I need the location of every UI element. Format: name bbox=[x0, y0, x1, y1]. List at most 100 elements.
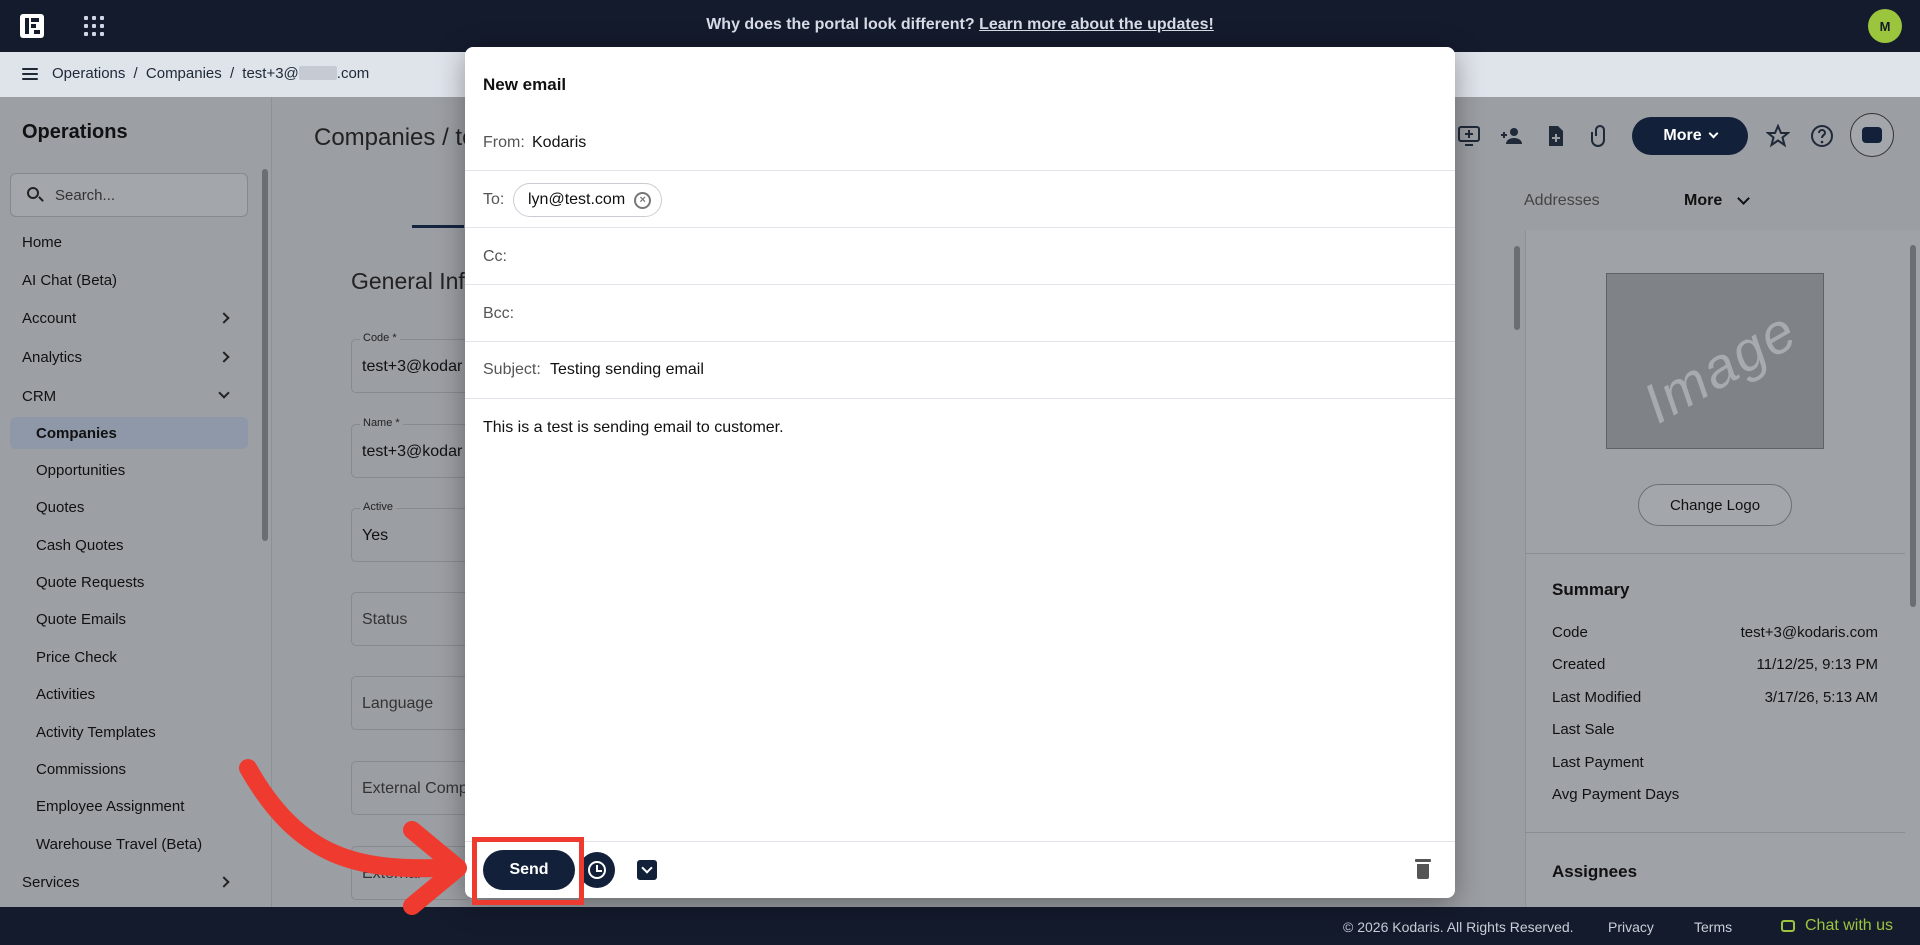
sidebar-title: Operations bbox=[22, 121, 128, 143]
copyright-text: © 2026 Kodaris. All Rights Reserved. bbox=[1343, 919, 1574, 935]
summary-title: Summary bbox=[1552, 580, 1630, 599]
user-avatar[interactable]: M bbox=[1868, 9, 1902, 43]
terms-link[interactable]: Terms bbox=[1694, 919, 1732, 935]
sidebar-item-analytics[interactable]: Analytics bbox=[22, 349, 82, 366]
sidebar-item-home[interactable]: Home bbox=[22, 234, 62, 251]
chevron-right-icon bbox=[218, 351, 230, 363]
sidebar-item-price-check[interactable]: Price Check bbox=[36, 649, 117, 666]
chat-icon bbox=[1781, 920, 1795, 932]
bcc-label: Bcc: bbox=[483, 305, 515, 322]
active-field[interactable]: Active Yes bbox=[351, 501, 471, 562]
external-company-field[interactable]: External Comp bbox=[351, 761, 471, 815]
cc-row[interactable]: Cc: bbox=[465, 228, 1455, 285]
sidebar-item-quote-emails[interactable]: Quote Emails bbox=[36, 611, 126, 628]
dialog-footer-divider bbox=[465, 841, 1455, 842]
breadcrumb-companies[interactable]: Companies bbox=[146, 65, 222, 82]
sidebar-item-activities[interactable]: Activities bbox=[36, 686, 95, 703]
assignees-title: Assignees bbox=[1552, 862, 1638, 881]
summary-row-last-payment: Last Payment bbox=[1552, 754, 1644, 771]
tab-more[interactable]: More bbox=[1684, 192, 1722, 210]
help-icon[interactable] bbox=[1810, 124, 1834, 148]
assistant-bot-icon[interactable] bbox=[1850, 113, 1894, 157]
menu-icon[interactable] bbox=[22, 68, 38, 80]
external-field[interactable]: External bbox=[351, 846, 471, 900]
add-document-icon[interactable] bbox=[1544, 124, 1568, 148]
chevron-down-icon bbox=[218, 387, 230, 399]
add-person-icon[interactable] bbox=[1500, 124, 1524, 148]
section-title: General Inf bbox=[351, 268, 465, 294]
sidebar-item-activity-templates[interactable]: Activity Templates bbox=[36, 724, 156, 741]
email-body-editor[interactable]: This is a test is sending email to custo… bbox=[483, 419, 784, 437]
redacted-block bbox=[298, 66, 337, 80]
sidebar-item-opportunities[interactable]: Opportunities bbox=[36, 462, 125, 479]
sidebar-item-crm[interactable]: CRM bbox=[22, 388, 56, 405]
summary-row-last-modified: Last Modified 3/17/26, 5:13 AM bbox=[1552, 689, 1878, 706]
breadcrumb: Operations / Companies / test+3@ .com bbox=[52, 65, 370, 82]
top-bar: Why does the portal look different? Lear… bbox=[0, 0, 1920, 52]
chevron-right-icon bbox=[218, 876, 230, 888]
chevron-down-icon bbox=[1708, 128, 1719, 139]
chat-with-us-link[interactable]: Chat with us bbox=[1805, 917, 1893, 935]
summary-row-created: Created 11/12/25, 9:13 PM bbox=[1552, 656, 1878, 673]
footer: © 2026 Kodaris. All Rights Reserved. Pri… bbox=[0, 907, 1920, 945]
divider bbox=[1525, 553, 1905, 554]
annotation-highlight-box bbox=[472, 837, 584, 905]
summary-row-last-sale: Last Sale bbox=[1552, 721, 1615, 738]
tab-addresses[interactable]: Addresses bbox=[1524, 192, 1600, 210]
sidebar-item-cash-quotes[interactable]: Cash Quotes bbox=[36, 537, 124, 554]
sidebar-item-companies[interactable]: Companies bbox=[36, 425, 117, 442]
cc-label: Cc: bbox=[483, 248, 507, 265]
main-scrollbar[interactable] bbox=[1514, 246, 1520, 330]
star-icon[interactable] bbox=[1766, 124, 1790, 148]
breadcrumb-operations[interactable]: Operations bbox=[52, 65, 125, 82]
breadcrumb-current: test+3@ .com bbox=[242, 65, 370, 82]
sidebar-search-input[interactable]: Search... bbox=[10, 173, 248, 217]
subject-input[interactable]: Testing sending email bbox=[550, 361, 704, 379]
dialog-title: New email bbox=[483, 75, 567, 94]
divider bbox=[1525, 832, 1905, 833]
learn-more-link[interactable]: Learn more about the updates! bbox=[979, 16, 1214, 33]
privacy-link[interactable]: Privacy bbox=[1608, 919, 1654, 935]
sidebar-item-account[interactable]: Account bbox=[22, 310, 76, 327]
more-button[interactable]: More bbox=[1632, 117, 1748, 155]
new-email-dialog: New email From: Kodaris To: lyn@test.com… bbox=[465, 47, 1455, 898]
from-label: From: bbox=[483, 134, 525, 151]
sidebar-item-warehouse-travel[interactable]: Warehouse Travel (Beta) bbox=[36, 836, 202, 853]
sidebar-item-services[interactable]: Services bbox=[22, 874, 80, 891]
chevron-right-icon bbox=[218, 312, 230, 324]
status-field[interactable]: Status bbox=[351, 592, 471, 646]
sidebar-item-employee-assignment[interactable]: Employee Assignment bbox=[36, 798, 184, 815]
bcc-row[interactable]: Bcc: bbox=[465, 285, 1455, 342]
name-field[interactable]: Name * test+3@kodar bbox=[351, 417, 471, 478]
save-draft-icon[interactable] bbox=[637, 860, 657, 880]
sidebar-item-commissions[interactable]: Commissions bbox=[36, 761, 126, 778]
company-logo-image: Image bbox=[1606, 273, 1824, 449]
search-icon bbox=[27, 187, 39, 199]
trash-icon[interactable] bbox=[1415, 859, 1431, 879]
sidebar-item-ai-chat[interactable]: AI Chat (Beta) bbox=[22, 272, 117, 289]
add-screen-icon[interactable] bbox=[1457, 124, 1481, 148]
sidebar-scrollbar[interactable] bbox=[262, 169, 268, 541]
active-tab-indicator bbox=[412, 225, 464, 228]
schedule-send-icon[interactable] bbox=[579, 852, 615, 888]
remove-recipient-icon[interactable]: × bbox=[634, 192, 652, 209]
sidebar: Operations Search... Home AI Chat (Beta)… bbox=[0, 97, 272, 907]
from-value[interactable]: Kodaris bbox=[532, 134, 586, 152]
change-logo-button[interactable]: Change Logo bbox=[1638, 484, 1792, 526]
search-placeholder: Search... bbox=[55, 187, 116, 204]
code-field[interactable]: Code * test+3@kodar bbox=[351, 332, 471, 393]
attachment-icon[interactable] bbox=[1588, 124, 1612, 148]
right-panel-scrollbar[interactable] bbox=[1910, 245, 1916, 607]
sidebar-item-quotes[interactable]: Quotes bbox=[36, 499, 84, 516]
sidebar-item-quote-requests[interactable]: Quote Requests bbox=[36, 574, 144, 591]
from-row: From: Kodaris bbox=[465, 114, 1455, 171]
recipient-chip[interactable]: lyn@test.com × bbox=[513, 183, 663, 217]
to-label: To: bbox=[483, 191, 505, 208]
summary-row-avg-payment-days: Avg Payment Days bbox=[1552, 786, 1680, 803]
language-field[interactable]: Language bbox=[351, 676, 471, 730]
summary-row-code: Code test+3@kodaris.com bbox=[1552, 624, 1878, 641]
subject-row[interactable]: Subject: Testing sending email bbox=[465, 342, 1455, 399]
page-title: Companies / te bbox=[314, 124, 476, 151]
announcement-banner: Why does the portal look different? Lear… bbox=[706, 16, 1214, 33]
subject-label: Subject: bbox=[483, 361, 541, 378]
